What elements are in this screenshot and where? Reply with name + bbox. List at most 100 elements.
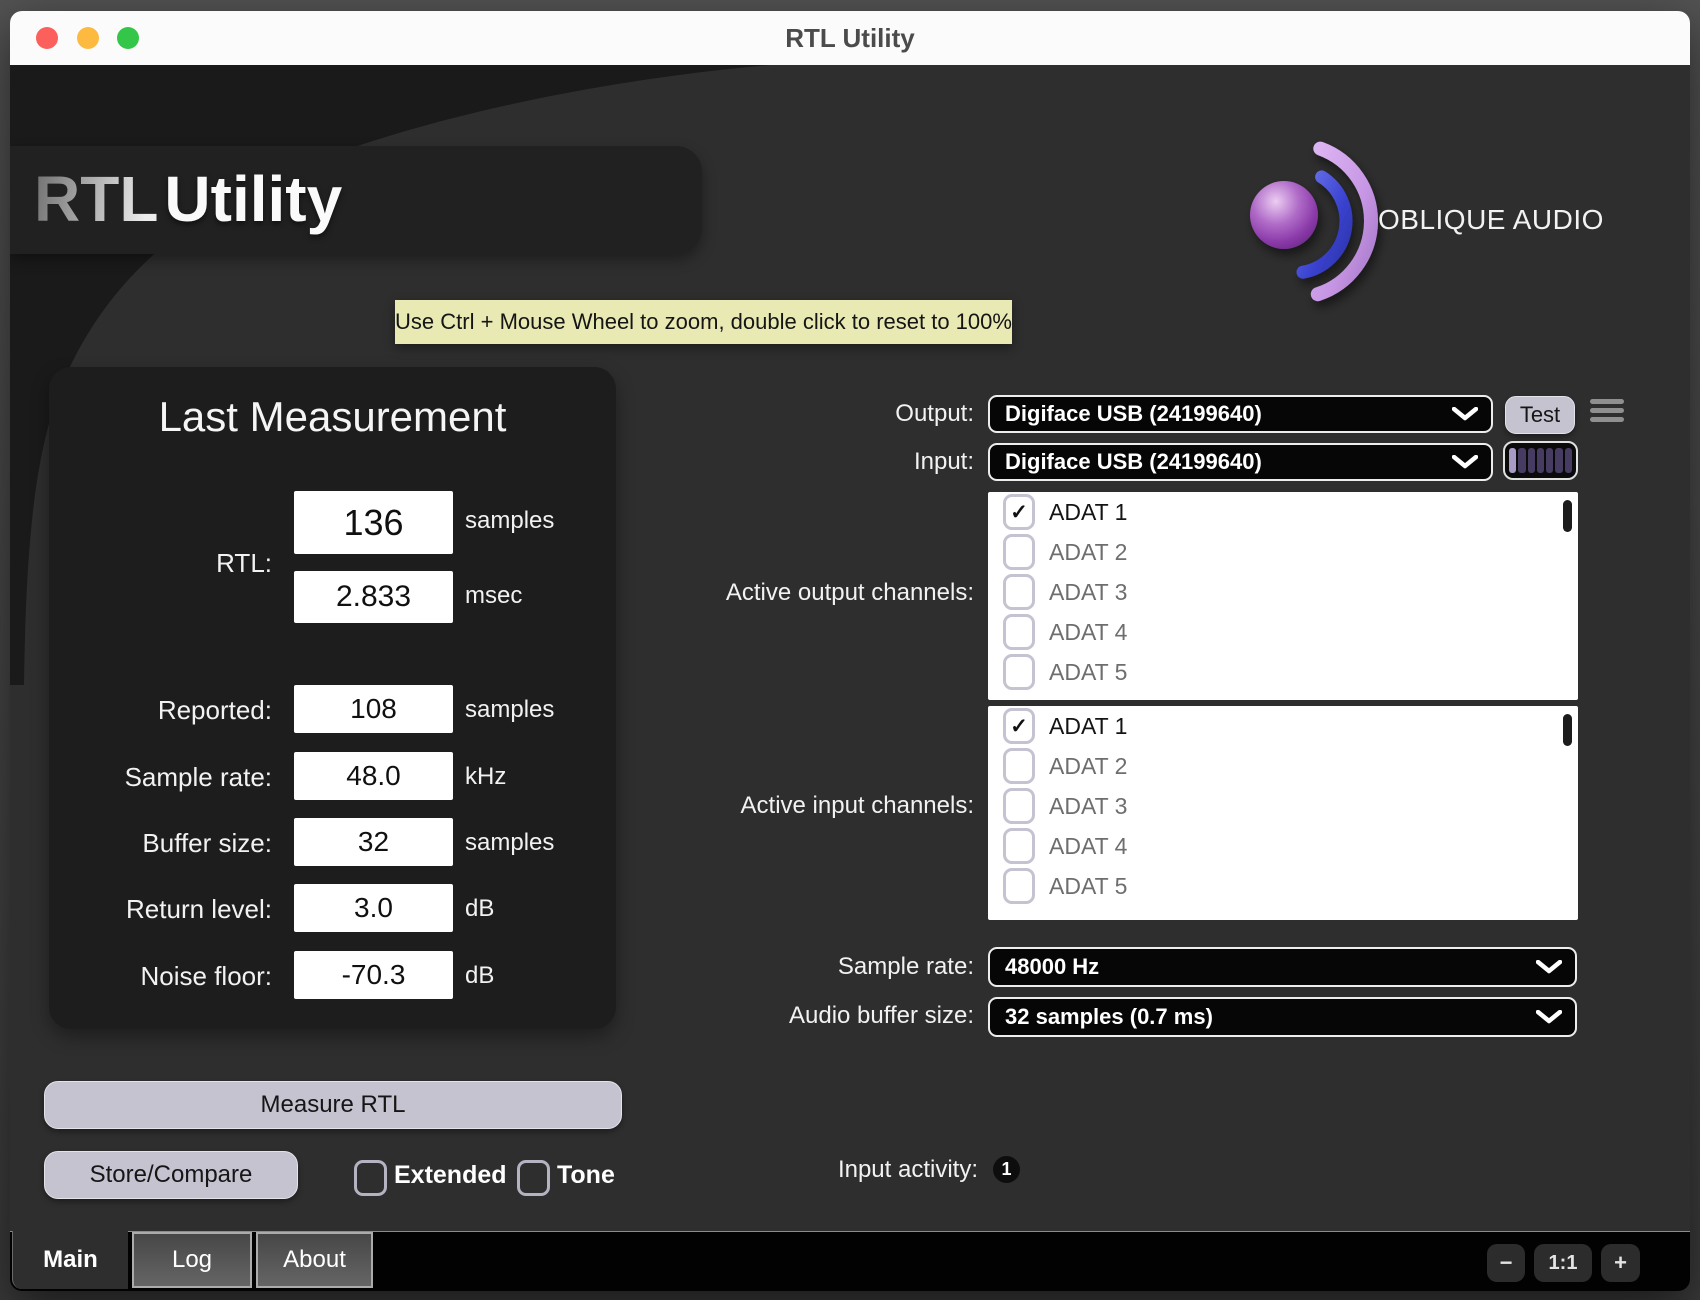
meter-bar (1546, 448, 1554, 473)
zoom-in-button[interactable]: + (1601, 1244, 1640, 1282)
panel-title: Last Measurement (158, 393, 507, 440)
extended-checkbox-label: Extended (394, 1161, 507, 1189)
rtl-samples-unit: samples (465, 507, 555, 534)
meter-bar (1518, 448, 1526, 473)
channel-row[interactable]: ADAT 3 (988, 572, 1578, 612)
measurement-row-label: Noise floor: (140, 961, 273, 991)
scrollbar-thumb[interactable] (1563, 500, 1572, 532)
input-channels-list[interactable]: ✓ ADAT 1 ADAT 2 ADAT 3 ADAT 4 ADAT 5 (988, 706, 1578, 920)
measurement-row-value: -70.3 (294, 951, 453, 999)
app-logo-rtl: RTL (34, 163, 164, 235)
output-label: Output: (895, 400, 974, 427)
measurement-row-value: 48.0 (294, 752, 453, 800)
menu-icon[interactable] (1590, 399, 1624, 425)
measurement-row-unit: dB (465, 962, 495, 989)
measurement-row-label: Sample rate: (124, 762, 272, 792)
tone-checkbox-label: Tone (557, 1161, 615, 1189)
measurement-row-label: Reported: (157, 695, 272, 725)
tab-log[interactable]: Log (132, 1232, 252, 1288)
channel-checkbox[interactable] (1003, 614, 1035, 650)
measurement-row-label: Buffer size: (142, 828, 272, 858)
channel-label: ADAT 4 (1049, 618, 1128, 645)
input-device-value: Digiface USB (24199640) (1005, 449, 1262, 474)
channel-label: ADAT 3 (1049, 578, 1128, 605)
channel-row[interactable]: ADAT 3 (988, 786, 1578, 826)
input-activity-label: Input activity: (837, 1156, 978, 1183)
channel-label: ADAT 5 (1049, 658, 1128, 685)
rtl-samples-value: 136 (294, 491, 453, 554)
title-bar: RTL Utility (10, 11, 1690, 66)
active-output-channels-label: Active output channels: (725, 579, 974, 606)
zoom-reset-button[interactable]: 1:1 (1534, 1244, 1592, 1282)
rtl-msec-unit: msec (465, 582, 523, 609)
channel-row[interactable]: ADAT 5 (988, 652, 1578, 692)
meter-bar (1555, 448, 1563, 473)
tone-checkbox[interactable] (517, 1160, 550, 1196)
zoom-hint-tooltip: Use Ctrl + Mouse Wheel to zoom, double c… (395, 300, 1012, 344)
measurement-row-unit: samples (465, 696, 555, 723)
channel-label: ADAT 3 (1049, 792, 1128, 819)
chevron-down-icon (1452, 455, 1478, 469)
rtl-label: RTL: (216, 548, 272, 578)
brand-name: OBLIQUE AUDIO (1378, 204, 1604, 235)
measurement-row-value: 32 (294, 818, 453, 866)
output-channels-list[interactable]: ✓ ADAT 1 ADAT 2 ADAT 3 ADAT 4 ADAT 5 (988, 492, 1578, 700)
channel-checkbox[interactable] (1003, 868, 1035, 904)
extended-checkbox[interactable] (354, 1160, 387, 1196)
test-button[interactable]: Test (1505, 396, 1575, 434)
input-device-dropdown[interactable]: Digiface USB (24199640) (988, 443, 1493, 481)
measurement-row-unit: kHz (465, 763, 507, 790)
channel-label: ADAT 1 (1049, 498, 1128, 525)
oblique-audio-logo-icon (1250, 141, 1378, 302)
channel-row[interactable]: ADAT 2 (988, 746, 1578, 786)
channel-row[interactable]: ADAT 2 (988, 532, 1578, 572)
zoom-out-button[interactable]: − (1487, 1244, 1525, 1282)
output-device-dropdown[interactable]: Digiface USB (24199640) (988, 395, 1493, 433)
channel-checkbox[interactable] (1003, 828, 1035, 864)
app-window: RTL Utility RTLUtility OBLIQUE AUDIO Use… (10, 11, 1690, 1291)
channel-row[interactable]: ✓ ADAT 1 (988, 706, 1578, 746)
channel-row[interactable]: ADAT 4 (988, 612, 1578, 652)
channel-checkbox[interactable] (1003, 654, 1035, 690)
input-activity-badge: 1 (993, 1156, 1020, 1183)
window-title: RTL Utility (785, 23, 915, 53)
channel-checkbox[interactable] (1003, 574, 1035, 610)
scrollbar-thumb[interactable] (1563, 714, 1572, 746)
channel-label: ADAT 2 (1049, 752, 1128, 779)
app-logo-plate: RTLUtility (10, 146, 702, 254)
store-compare-button[interactable]: Store/Compare (44, 1151, 298, 1199)
last-measurement-panel: Last Measurement RTL: 136 samples 2.833 … (49, 367, 616, 1029)
meter-bar (1527, 448, 1535, 473)
audio-buffer-size-dropdown[interactable]: 32 samples (0.7 ms) (988, 997, 1577, 1037)
channel-checkbox[interactable]: ✓ (1003, 494, 1035, 530)
app-logo-utility: Utility (164, 163, 343, 235)
channel-label: ADAT 5 (1049, 872, 1128, 899)
channel-checkbox[interactable] (1003, 534, 1035, 570)
channel-checkbox[interactable] (1003, 788, 1035, 824)
audio-buffer-size-label: Audio buffer size: (788, 1002, 974, 1029)
meter-bar (1564, 448, 1572, 473)
channel-row[interactable]: ✓ ADAT 1 (988, 492, 1578, 532)
channel-label: ADAT 4 (1049, 832, 1128, 859)
measurement-row-unit: dB (465, 895, 495, 922)
main-content: RTLUtility OBLIQUE AUDIO Use Ctrl + Mous… (10, 65, 1690, 1231)
meter-bar (1536, 448, 1545, 473)
tab-about[interactable]: About (256, 1232, 373, 1288)
tab-bar: Main Log About − 1:1 + (10, 1231, 1690, 1291)
measurement-row-unit: samples (465, 829, 555, 856)
measurement-row-value: 3.0 (294, 884, 453, 932)
chevron-down-icon (1452, 407, 1478, 421)
active-input-channels-label: Active input channels: (740, 792, 974, 819)
input-label: Input: (913, 448, 974, 475)
measure-rtl-button[interactable]: Measure RTL (44, 1081, 622, 1129)
channel-row[interactable]: ADAT 4 (988, 826, 1578, 866)
channel-checkbox[interactable] (1003, 748, 1035, 784)
sample-rate-dropdown[interactable]: 48000 Hz (988, 947, 1577, 987)
measurement-row-label: Return level: (126, 894, 272, 924)
channel-row[interactable]: ADAT 5 (988, 866, 1578, 906)
tab-main[interactable]: Main (12, 1231, 128, 1289)
channel-label: ADAT 2 (1049, 538, 1128, 565)
chevron-down-icon (1536, 1010, 1562, 1024)
rtl-msec-value: 2.833 (294, 571, 453, 623)
channel-checkbox[interactable]: ✓ (1003, 708, 1035, 744)
